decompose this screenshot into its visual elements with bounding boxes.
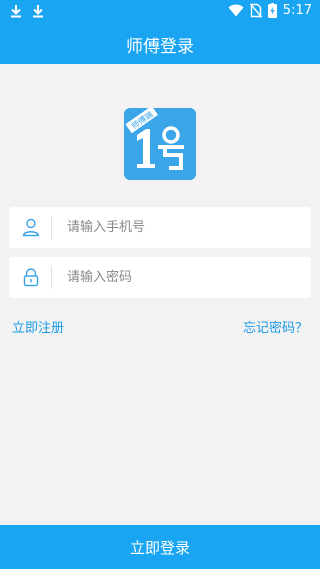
login-button[interactable]: 立即登录 [0,525,320,569]
app-logo: 师傅端 [124,105,196,180]
register-link[interactable]: 立即注册 [12,317,64,336]
phone-field[interactable] [9,207,311,248]
download-icon [11,5,21,18]
app-bar: 师傅登录 [0,24,320,64]
password-input[interactable] [59,257,307,298]
status-time: 5:17 [282,3,312,18]
phone-input[interactable] [59,207,307,248]
field-divider [51,216,52,239]
no-sim-icon [249,3,262,18]
user-icon [22,218,40,237]
lock-icon [23,268,39,287]
field-divider [51,266,52,289]
battery-charging-icon [267,3,277,18]
status-bar: 5:17 [0,0,320,24]
page-title: 师傅登录 [126,36,194,57]
forgot-password-link[interactable]: 忘记密码？ [243,317,308,336]
password-field[interactable] [9,257,311,298]
wifi-icon [228,4,244,17]
download-icon [33,5,43,18]
